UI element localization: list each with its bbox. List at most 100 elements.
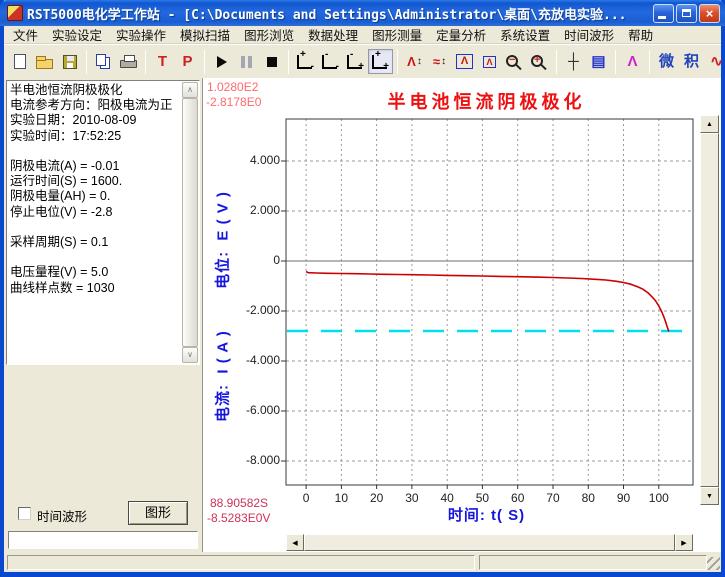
command-textbox[interactable] (8, 531, 198, 549)
toolbar-separator (556, 50, 557, 74)
open-file-icon (36, 59, 53, 69)
menu-item-experiment-settings[interactable]: 实验设定 (45, 24, 109, 45)
toolbar-separator (615, 50, 616, 74)
scrollbar-thumb[interactable] (304, 534, 675, 551)
quadrant-plus-plus-button[interactable]: ++ (368, 49, 393, 74)
save-button[interactable] (57, 49, 82, 74)
main-area: 半电池恒流阴极极化 电流参考方向：阳极电流为正 实验日期：2010-08-09 … (4, 78, 721, 552)
cursor-time-readout: 88.90582S (210, 496, 268, 510)
toolbar-separator (145, 50, 146, 74)
text-marker-t-button[interactable]: T (150, 49, 175, 74)
menu-bar: 文件实验设定实验操作模拟扫描图形浏览数据处理图形测量定量分析系统设置时间波形帮助 (4, 26, 721, 44)
close-button[interactable]: × (699, 4, 720, 23)
y-axis-title: 电流: I ( A ) 电位: E ( V ) (212, 92, 233, 522)
stop-experiment-icon (267, 57, 277, 67)
menu-item-help[interactable]: 帮助 (621, 24, 660, 45)
y-tick-label: 2.000 (234, 203, 280, 217)
menu-item-file[interactable]: 文件 (6, 24, 45, 45)
scroll-left-icon[interactable]: ◀ (286, 534, 304, 551)
y-tick-label: 0 (234, 253, 280, 267)
integral-button[interactable]: 积 (679, 49, 704, 74)
menu-item-system-settings[interactable]: 系统设置 (493, 24, 557, 45)
open-file-button[interactable] (32, 49, 57, 74)
horizontal-scrollbar[interactable]: ◀ ▶ (286, 534, 693, 551)
menu-item-data-processing[interactable]: 数据处理 (301, 24, 365, 45)
vertical-scrollbar[interactable]: ▲ ▼ (700, 115, 719, 505)
toolbar-separator (288, 50, 289, 74)
scroll-up-icon[interactable]: ∧ (182, 82, 198, 98)
text-marker-p-button[interactable]: P (175, 49, 200, 74)
scroll-up-icon[interactable]: ▲ (700, 115, 719, 133)
toolbar-separator (204, 50, 205, 74)
pause-experiment-button[interactable] (234, 49, 259, 74)
axis-cross-button[interactable]: ┼ (561, 49, 586, 74)
compress-horizontal-icon: Λ (483, 56, 496, 68)
plot-area[interactable] (203, 78, 722, 552)
scroll-down-icon[interactable]: ∨ (182, 347, 198, 363)
print-button[interactable] (116, 49, 141, 74)
quadrant-plus-plus-icon: ++ (372, 55, 387, 69)
compress-vertical-button[interactable]: ≈↕ (427, 49, 452, 74)
quadrant-minus-plus-icon: -+ (347, 55, 362, 69)
maximize-button[interactable] (676, 4, 697, 23)
menu-item-experiment-operation[interactable]: 实验操作 (109, 24, 173, 45)
new-document-icon (14, 54, 26, 69)
scroll-right-icon[interactable]: ▶ (675, 534, 693, 551)
compress-horizontal-button[interactable]: Λ (477, 49, 502, 74)
x-tick-label: 40 (430, 491, 464, 505)
run-experiment-icon (217, 56, 227, 68)
smooth-curve-icon: ∿ (710, 54, 723, 69)
menu-item-time-waveform[interactable]: 时间波形 (557, 24, 621, 45)
save-icon (63, 55, 77, 69)
quadrant-plus-minus-button[interactable]: +- (293, 49, 318, 74)
experiment-info-lines: 半电池恒流阴极极化 电流参考方向：阳极电流为正 实验日期：2010-08-09 … (10, 83, 181, 296)
scrollbar-thumb[interactable] (182, 98, 198, 347)
peak-analysis-icon: Λ (627, 54, 637, 69)
peak-analysis-button[interactable]: Λ (620, 49, 645, 74)
x-tick-label: 60 (501, 491, 535, 505)
experiment-info-panel: 半电池恒流阴极极化 电流参考方向：阳极电流为正 实验日期：2010-08-09 … (4, 78, 202, 552)
x-tick-label: 100 (642, 491, 676, 505)
time-waveform-checkbox[interactable] (18, 507, 31, 520)
run-experiment-button[interactable] (209, 49, 234, 74)
copy-button[interactable] (91, 49, 116, 74)
new-document-button[interactable] (7, 49, 32, 74)
y-tick-label: -2.000 (234, 303, 280, 317)
quadrant-minus-plus-button[interactable]: -+ (343, 49, 368, 74)
menu-item-simulation-scan[interactable]: 模拟扫描 (173, 24, 237, 45)
scrollbar-thumb[interactable] (700, 133, 719, 487)
axis-cross-icon: ┼ (568, 54, 579, 69)
minimize-button[interactable] (653, 4, 674, 23)
zoom-in-icon: + (531, 55, 543, 67)
expand-vertical-button[interactable]: Λ↕ (402, 49, 427, 74)
menu-item-quantitative-analysis[interactable]: 定量分析 (429, 24, 493, 45)
menu-item-graph-measure[interactable]: 图形测量 (365, 24, 429, 45)
menu-item-graph-browse[interactable]: 图形浏览 (237, 24, 301, 45)
app-window: RST5000电化学工作站 - [C:\Documents and Settin… (0, 0, 725, 577)
differential-icon: 微 (659, 54, 674, 69)
status-bar (4, 552, 721, 572)
data-table-button[interactable]: ▤ (586, 49, 611, 74)
x-tick-label: 90 (607, 491, 641, 505)
expand-horizontal-button[interactable]: Λ (452, 49, 477, 74)
x-tick-label: 50 (465, 491, 499, 505)
expand-horizontal-icon: Λ (456, 54, 473, 69)
info-scrollbar[interactable]: ∧ ∨ (182, 82, 198, 363)
y-tick-label: 4.000 (234, 153, 280, 167)
print-icon (120, 60, 137, 68)
minimize-icon (658, 16, 666, 19)
graph-button[interactable]: 图形 (128, 501, 188, 525)
zoom-out-button[interactable]: − (502, 49, 527, 74)
smooth-curve-button[interactable]: ∿ (704, 49, 725, 74)
stop-experiment-button[interactable] (259, 49, 284, 74)
title-bar[interactable]: RST5000电化学工作站 - [C:\Documents and Settin… (0, 0, 725, 26)
zoom-in-button[interactable]: + (527, 49, 552, 74)
experiment-info-listbox[interactable]: 半电池恒流阴极极化 电流参考方向：阳极电流为正 实验日期：2010-08-09 … (6, 80, 200, 365)
x-tick-label: 20 (360, 491, 394, 505)
resize-grip[interactable] (707, 557, 720, 570)
x-axis-title: 时间: t( S) (283, 504, 690, 525)
toolbar-separator (397, 50, 398, 74)
quadrant-minus-minus-button[interactable]: -- (318, 49, 343, 74)
scroll-down-icon[interactable]: ▼ (700, 487, 719, 505)
differential-button[interactable]: 微 (654, 49, 679, 74)
